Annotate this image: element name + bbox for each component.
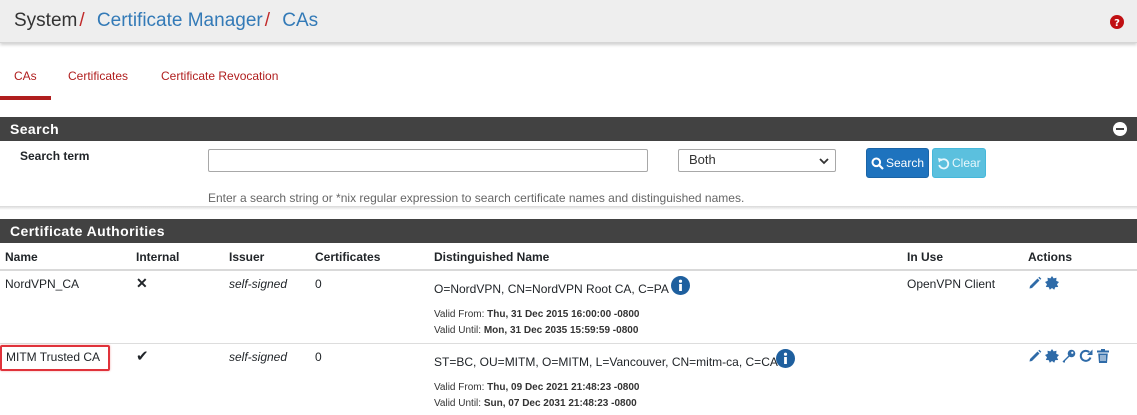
breadcrumb-certificate-manager[interactable]: Certificate Manager bbox=[97, 10, 263, 31]
ca-panel-heading: Certificate Authorities bbox=[0, 219, 1137, 243]
search-panel-title: Search bbox=[10, 121, 60, 137]
ca-distinguished-name: ST=BC, OU=MITM, O=MITM, L=Vancouver, CN=… bbox=[434, 355, 778, 369]
panel-divider bbox=[0, 206, 1137, 210]
ca-distinguished-name: O=NordVPN, CN=NordVPN Root CA, C=PA bbox=[434, 282, 669, 296]
ca-issuer: self-signed bbox=[229, 277, 288, 291]
tab-certificate-revocation[interactable]: Certificate Revocation bbox=[161, 69, 278, 83]
column-header-in-use[interactable]: In Use bbox=[907, 250, 943, 264]
cert-icon[interactable] bbox=[1045, 276, 1059, 290]
valid-from: Valid From: Thu, 09 Dec 2021 21:48:23 -0… bbox=[434, 382, 640, 393]
search-input[interactable] bbox=[208, 149, 648, 172]
search-help-text: Enter a search string or *nix regular ex… bbox=[208, 191, 745, 205]
info-icon[interactable] bbox=[671, 276, 690, 295]
breadcrumb-separator: / bbox=[79, 10, 85, 31]
valid-from: Valid From: Thu, 31 Dec 2015 16:00:00 -0… bbox=[434, 309, 640, 320]
column-header-distinguished-name[interactable]: Distinguished Name bbox=[434, 250, 549, 264]
ca-in-use: OpenVPN Client bbox=[907, 277, 996, 291]
chevron-down-icon bbox=[819, 158, 829, 165]
search-term-label: Search term bbox=[20, 149, 90, 163]
valid-until: Valid Until: Mon, 31 Dec 2035 15:59:59 -… bbox=[434, 325, 639, 336]
ca-panel-title: Certificate Authorities bbox=[10, 223, 165, 239]
refresh-icon[interactable] bbox=[1079, 349, 1093, 363]
pencil-icon[interactable] bbox=[1028, 349, 1042, 363]
search-panel-heading: Search bbox=[0, 117, 1137, 141]
column-header-internal[interactable]: Internal bbox=[136, 250, 179, 264]
tab-cas[interactable]: CAs bbox=[14, 69, 37, 83]
tab-certificates[interactable]: Certificates bbox=[68, 69, 128, 83]
search-scope-value: Both bbox=[689, 152, 716, 167]
trash-icon[interactable] bbox=[1096, 349, 1110, 363]
ca-issuer: self-signed bbox=[229, 350, 288, 364]
ca-name: NordVPN_CA bbox=[5, 277, 80, 291]
table-header-divider bbox=[0, 269, 1137, 271]
column-header-name[interactable]: Name bbox=[5, 250, 38, 264]
column-header-certificates[interactable]: Certificates bbox=[315, 250, 380, 264]
internal-no-icon: ✕ bbox=[136, 275, 148, 291]
table-row-divider bbox=[0, 343, 1137, 344]
page-header: System / Certificate Manager / CAs ? bbox=[0, 0, 1137, 43]
ca-name: MITM Trusted CA bbox=[6, 350, 101, 364]
svg-text:?: ? bbox=[1114, 18, 1120, 29]
tab-bar: CAs Certificates Certificate Revocation bbox=[0, 60, 1137, 100]
breadcrumb-cas[interactable]: CAs bbox=[282, 10, 318, 31]
valid-until: Valid Until: Sun, 07 Dec 2031 21:48:23 -… bbox=[434, 398, 637, 409]
info-icon[interactable] bbox=[776, 349, 795, 368]
search-button-label: Search bbox=[886, 156, 925, 170]
clear-button[interactable]: Clear bbox=[932, 148, 986, 178]
search-button[interactable]: Search bbox=[866, 148, 929, 178]
undo-icon bbox=[938, 157, 950, 169]
help-icon[interactable]: ? bbox=[1110, 15, 1124, 29]
ca-certificate-count: 0 bbox=[315, 350, 322, 364]
internal-yes-icon: ✔ bbox=[136, 348, 149, 365]
key-icon[interactable] bbox=[1062, 349, 1076, 363]
breadcrumb-system: System bbox=[14, 10, 78, 31]
breadcrumb: System / Certificate Manager / CAs bbox=[14, 10, 318, 32]
search-icon bbox=[871, 157, 884, 170]
pencil-icon[interactable] bbox=[1028, 276, 1042, 290]
collapse-icon[interactable] bbox=[1113, 122, 1127, 136]
column-header-issuer[interactable]: Issuer bbox=[229, 250, 264, 264]
search-scope-select[interactable]: Both bbox=[678, 149, 836, 172]
ca-certificate-count: 0 bbox=[315, 277, 322, 291]
cert-icon[interactable] bbox=[1045, 349, 1059, 363]
column-header-actions: Actions bbox=[1028, 250, 1073, 264]
clear-button-label: Clear bbox=[952, 156, 981, 170]
breadcrumb-separator: / bbox=[264, 10, 270, 31]
active-tab-indicator bbox=[0, 96, 51, 100]
